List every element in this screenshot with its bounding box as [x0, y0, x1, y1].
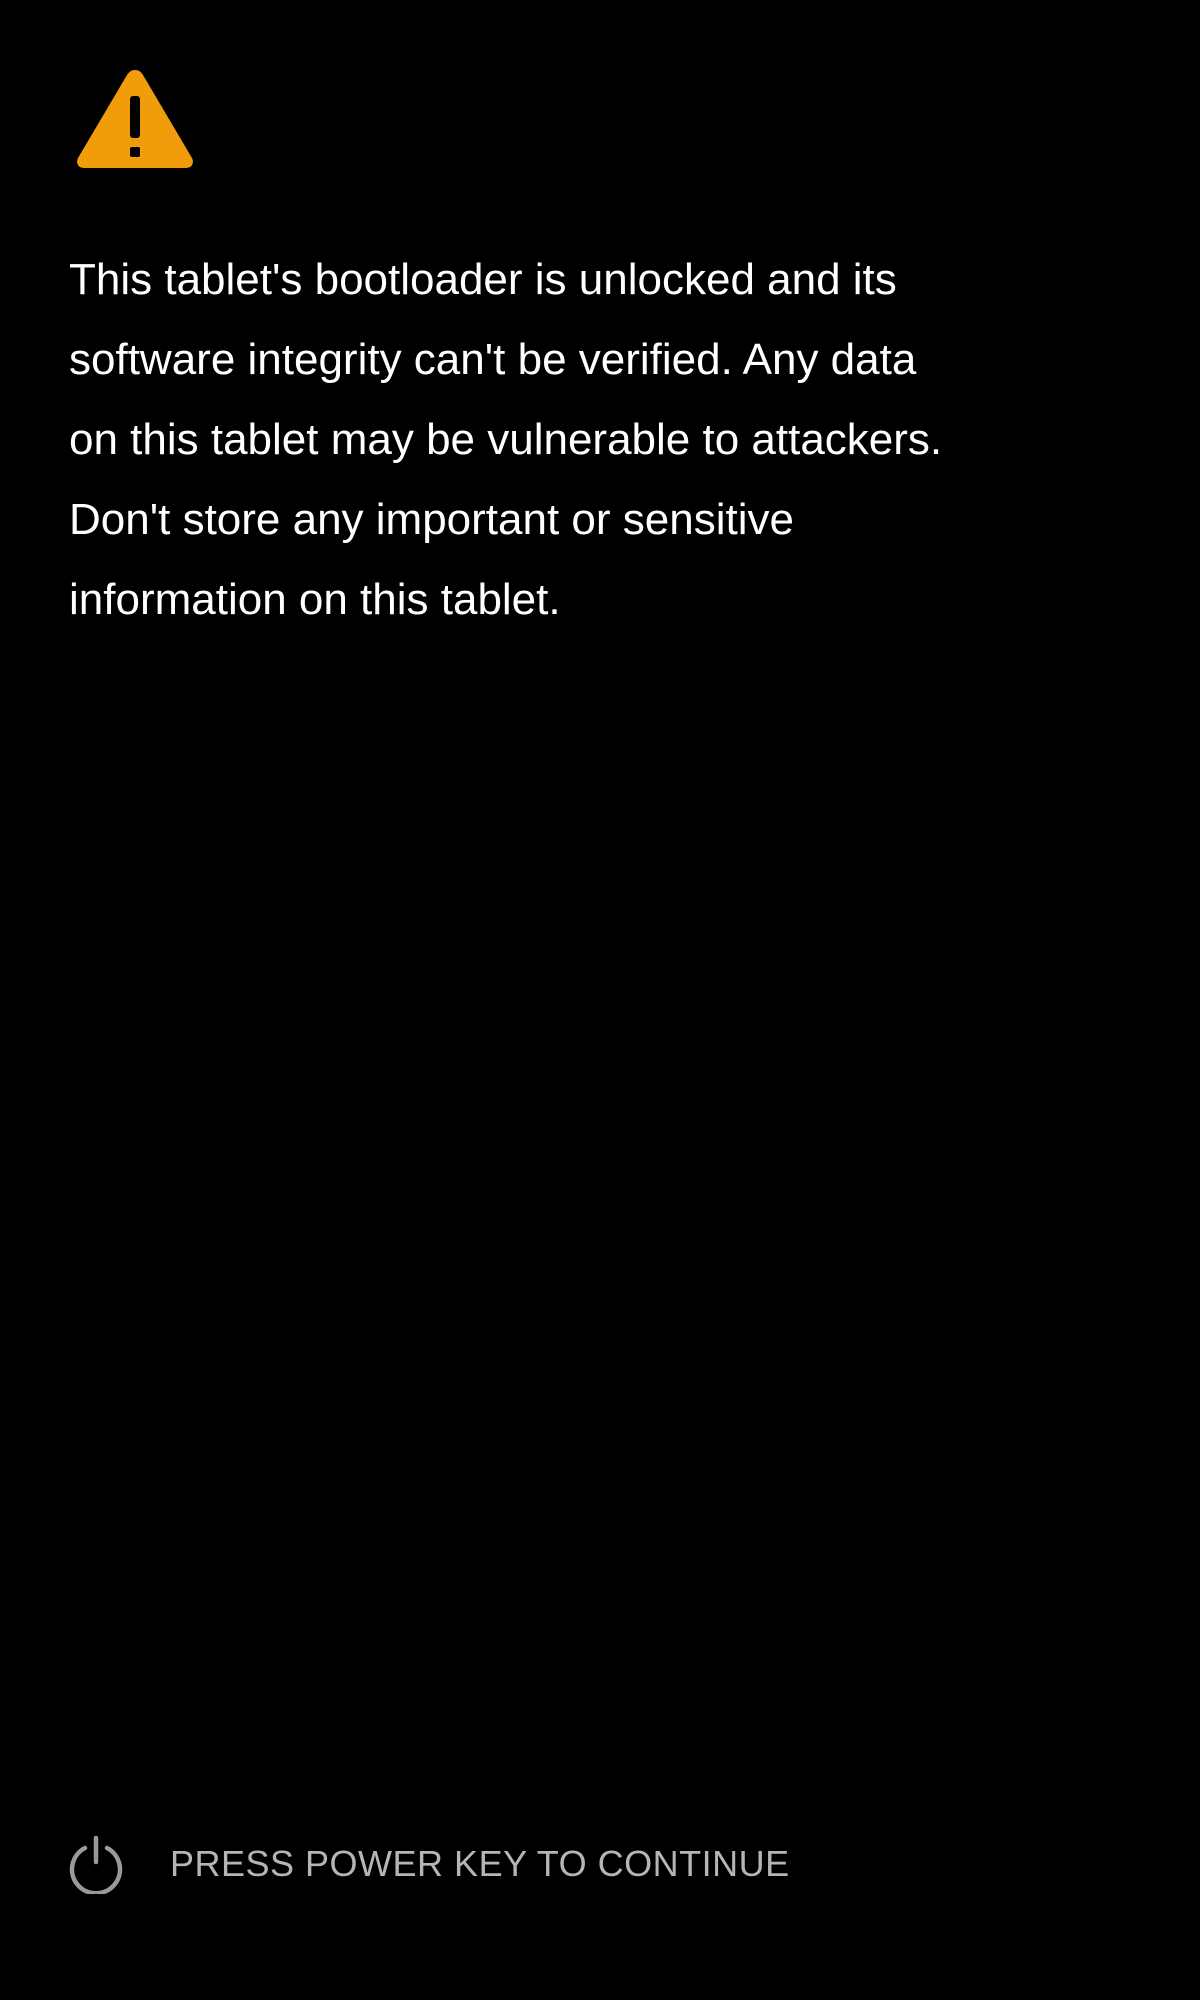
- bootloader-warning-message: This tablet's bootloader is unlocked and…: [69, 240, 1049, 640]
- bootloader-warning-screen: This tablet's bootloader is unlocked and…: [0, 0, 1200, 2000]
- continue-label: PRESS POWER KEY TO CONTINUE: [170, 1843, 790, 1884]
- message-line: information on this tablet.: [69, 575, 561, 624]
- message-line: This tablet's bootloader is unlocked and…: [69, 255, 897, 304]
- power-icon: [66, 1834, 126, 1894]
- message-line: Don't store any important or sensitive: [69, 495, 794, 544]
- message-line: on this tablet may be vulnerable to atta…: [69, 415, 943, 464]
- warning-triangle-icon: [76, 68, 194, 170]
- continue-prompt: PRESS POWER KEY TO CONTINUE: [66, 1834, 790, 1894]
- message-line: software integrity can't be verified. An…: [69, 335, 917, 384]
